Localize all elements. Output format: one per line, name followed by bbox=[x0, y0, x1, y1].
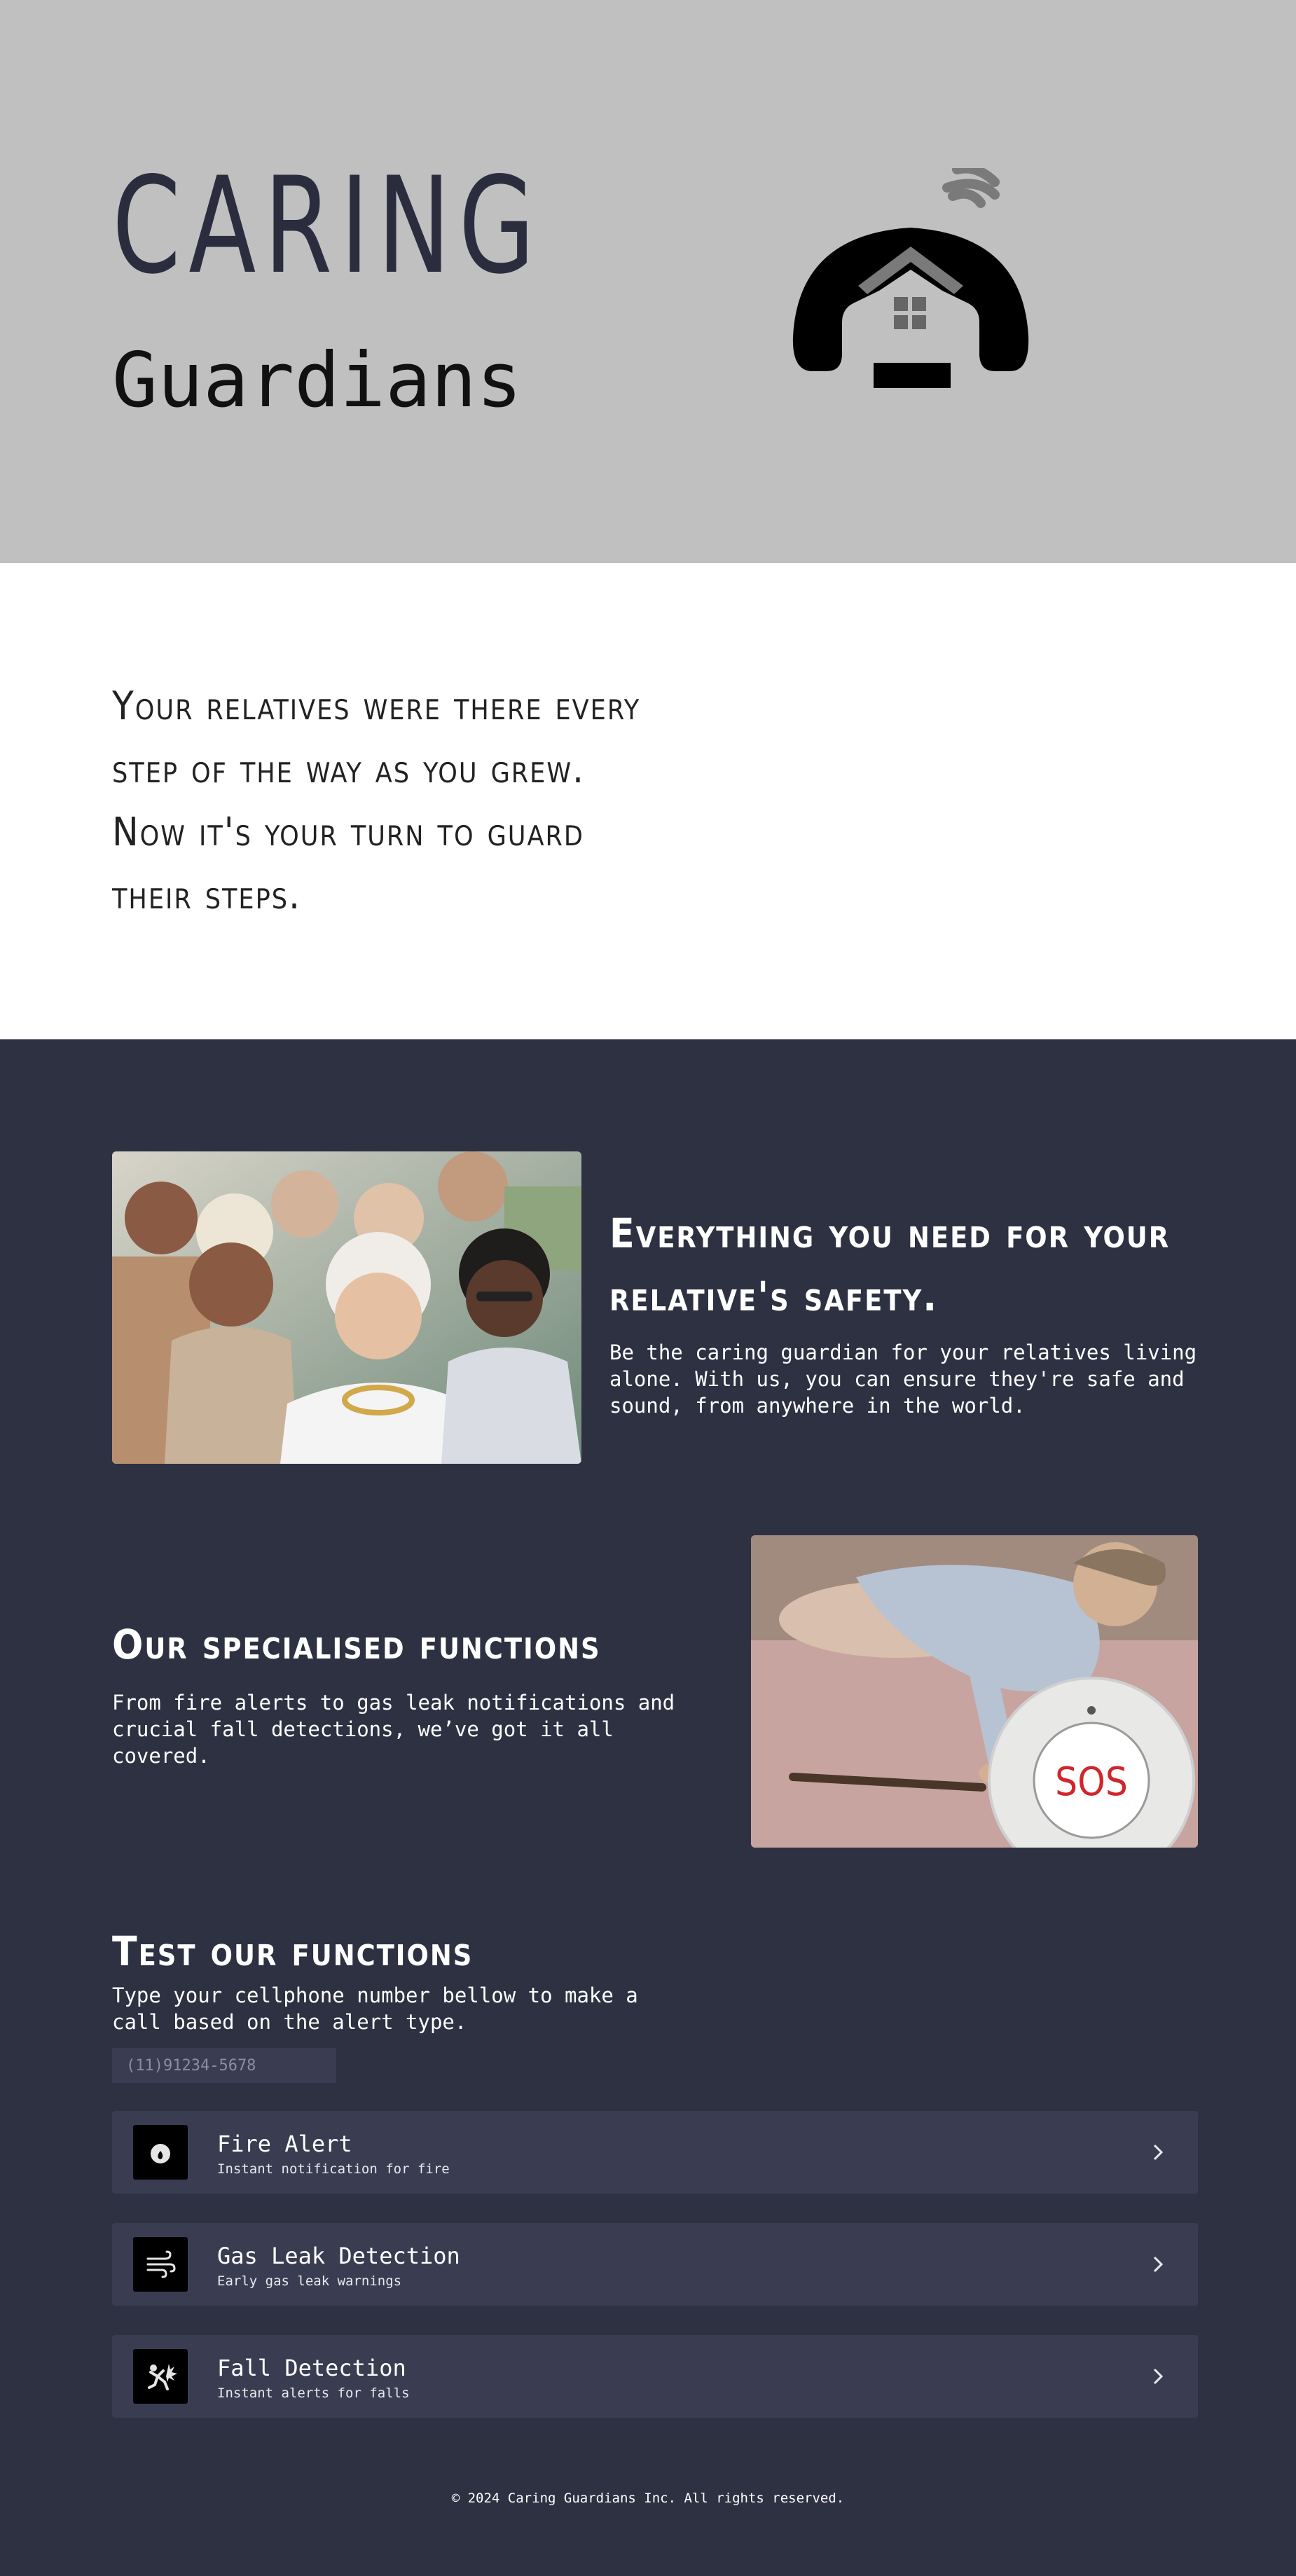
hero-title: CARING bbox=[112, 148, 543, 303]
gas-leak-detection-button[interactable]: Gas Leak Detection Early gas leak warnin… bbox=[112, 2223, 1198, 2306]
test-title: Test our functions bbox=[112, 1927, 474, 1975]
alert-title: Fire Alert bbox=[217, 2131, 352, 2157]
fall-detection-button[interactable]: Fall Detection Instant alerts for falls bbox=[112, 2335, 1198, 2418]
alert-description: Instant notification for fire bbox=[217, 2161, 450, 2177]
sos-label: SOS bbox=[1055, 1759, 1128, 1805]
phone-input[interactable] bbox=[112, 2048, 336, 2083]
hero-subtitle: Guardians bbox=[112, 337, 523, 424]
person-falling-icon bbox=[133, 2349, 188, 2404]
safety-body: Be the caring guardian for your relative… bbox=[609, 1341, 1197, 1418]
test-body: Type your cellphone number bellow to mak… bbox=[112, 1983, 638, 2034]
chevron-right-icon bbox=[1153, 2368, 1164, 2385]
chevron-right-icon bbox=[1153, 2144, 1164, 2161]
alert-description: Early gas leak warnings bbox=[217, 2273, 402, 2289]
intro-text: Your relatives were there every step of … bbox=[112, 684, 641, 918]
alert-description: Instant alerts for falls bbox=[217, 2385, 410, 2401]
intro-section: Your relatives were there every step of … bbox=[0, 563, 1296, 1039]
safety-title: Everything you need for your relative's … bbox=[609, 1210, 1171, 1320]
fire-icon bbox=[133, 2125, 188, 2180]
footer-copyright: © 2024 Caring Guardians Inc. All rights … bbox=[451, 2491, 845, 2506]
fallen-senior-sos-image: SOS bbox=[751, 1535, 1198, 1848]
alert-title: Fall Detection bbox=[217, 2355, 406, 2381]
chevron-right-icon bbox=[1153, 2256, 1164, 2273]
house-phone-signal-icon bbox=[792, 168, 1029, 388]
functions-body: From fire alerts to gas leak notificatio… bbox=[112, 1691, 675, 1768]
functions-title: Our specialised functions bbox=[112, 1621, 601, 1668]
wind-icon bbox=[133, 2237, 188, 2292]
features-section: Everything you need for your relative's … bbox=[0, 1039, 1296, 2576]
seniors-group-image bbox=[112, 1151, 581, 1464]
alert-title: Gas Leak Detection bbox=[217, 2243, 460, 2269]
hero-section: CARING Guardians bbox=[0, 0, 1296, 563]
fire-alert-button[interactable]: Fire Alert Instant notification for fire bbox=[112, 2111, 1198, 2194]
